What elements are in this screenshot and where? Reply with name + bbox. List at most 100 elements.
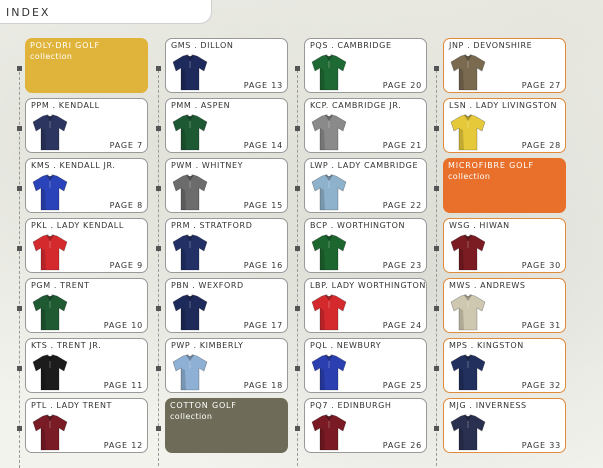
polo-shirt-icon xyxy=(32,234,68,271)
page-number: PAGE 15 xyxy=(243,201,283,210)
product-code: MPS . KINGSTON xyxy=(449,341,524,350)
product-card[interactable]: MPS . KINGSTON PAGE 32 xyxy=(443,338,566,393)
page-number: PAGE 28 xyxy=(521,141,561,150)
polo-shirt-icon xyxy=(311,354,347,391)
product-code: KTS . TRENT JR. xyxy=(31,341,102,350)
connector-tick xyxy=(156,246,161,251)
page-number: PAGE 32 xyxy=(521,381,561,390)
product-card[interactable]: PKL . LADY KENDALL PAGE 9 xyxy=(25,218,148,273)
page-number: PAGE 7 xyxy=(109,141,143,150)
polo-shirt-icon xyxy=(311,414,347,451)
polo-shirt-icon xyxy=(32,294,68,331)
category-title: COTTON GOLF xyxy=(170,401,237,410)
product-code: LBP. LADY WORTHINGTON xyxy=(310,281,426,290)
connector-tick xyxy=(434,306,439,311)
product-code: PPM . KENDALL xyxy=(31,101,100,110)
product-card[interactable]: KCP. CAMBRIDGE JR. PAGE 21 xyxy=(304,98,427,153)
product-card[interactable]: GMS . DILLON PAGE 13 xyxy=(165,38,288,93)
product-card[interactable]: LBP. LADY WORTHINGTON PAGE 24 xyxy=(304,278,427,333)
connector-tick xyxy=(17,306,22,311)
polo-shirt-icon xyxy=(311,294,347,331)
product-card[interactable]: KMS . KENDALL JR. PAGE 8 xyxy=(25,158,148,213)
page-number: PAGE 10 xyxy=(103,321,143,330)
product-code: PGM . TRENT xyxy=(31,281,90,290)
page-number: PAGE 23 xyxy=(382,261,422,270)
page-number: PAGE 8 xyxy=(109,201,143,210)
product-card[interactable]: WSG . HIWAN PAGE 30 xyxy=(443,218,566,273)
polo-shirt-icon xyxy=(311,174,347,211)
connector-tick xyxy=(156,186,161,191)
product-card[interactable]: PQ7 . EDINBURGH PAGE 26 xyxy=(304,398,427,453)
connector-tick xyxy=(295,126,300,131)
connector-tick xyxy=(156,126,161,131)
product-code: LWP . LADY CAMBRIDGE xyxy=(310,161,419,170)
product-card[interactable]: PRM . STRATFORD PAGE 16 xyxy=(165,218,288,273)
product-code: LSN . LADY LIVINGSTON xyxy=(449,101,558,110)
page-number: PAGE 30 xyxy=(521,261,561,270)
polo-shirt-icon xyxy=(311,114,347,151)
connector-tick xyxy=(17,126,22,131)
poly-dri-golf-collection-banner[interactable]: POLY-DRI GOLF collection xyxy=(25,38,148,93)
product-card[interactable]: MJG . INVERNESS PAGE 33 xyxy=(443,398,566,453)
product-card[interactable]: PGM . TRENT PAGE 10 xyxy=(25,278,148,333)
product-code: PWP . KIMBERLY xyxy=(171,341,244,350)
microfibre-golf-collection-banner[interactable]: MICROFIBRE GOLF collection xyxy=(443,158,566,213)
product-card[interactable]: KTS . TRENT JR. PAGE 11 xyxy=(25,338,148,393)
product-card[interactable]: PWM . WHITNEY PAGE 15 xyxy=(165,158,288,213)
product-code: BCP . WORTHINGTON xyxy=(310,221,406,230)
product-card[interactable]: LWP . LADY CAMBRIDGE PAGE 22 xyxy=(304,158,427,213)
product-card[interactable]: PPM . KENDALL PAGE 7 xyxy=(25,98,148,153)
category-title: POLY-DRI GOLF xyxy=(30,41,100,50)
polo-shirt-icon xyxy=(450,354,486,391)
product-card[interactable]: JNP . DEVONSHIRE PAGE 27 xyxy=(443,38,566,93)
product-code: WSG . HIWAN xyxy=(449,221,510,230)
polo-shirt-icon xyxy=(32,174,68,211)
connector-tick xyxy=(17,186,22,191)
connector-tick xyxy=(295,246,300,251)
connector-tick xyxy=(295,426,300,431)
connector-tick xyxy=(156,426,161,431)
category-title: MICROFIBRE GOLF xyxy=(448,161,534,170)
product-code: PQ7 . EDINBURGH xyxy=(310,401,392,410)
index-header: INDEX xyxy=(0,0,212,24)
index-title: INDEX xyxy=(6,6,51,19)
product-code: PQL . NEWBURY xyxy=(310,341,382,350)
product-code: MJG . INVERNESS xyxy=(449,401,527,410)
page-number: PAGE 12 xyxy=(103,441,143,450)
product-card[interactable]: PBN . WEXFORD PAGE 17 xyxy=(165,278,288,333)
product-card[interactable]: PTL . LADY TRENT PAGE 12 xyxy=(25,398,148,453)
product-code: PBN . WEXFORD xyxy=(171,281,244,290)
product-code: GMS . DILLON xyxy=(171,41,234,50)
product-card[interactable]: BCP . WORTHINGTON PAGE 23 xyxy=(304,218,427,273)
product-card[interactable]: PQS . CAMBRIDGE PAGE 20 xyxy=(304,38,427,93)
polo-shirt-icon xyxy=(172,114,208,151)
connector-tick xyxy=(295,306,300,311)
product-card[interactable]: LSN . LADY LIVINGSTON PAGE 28 xyxy=(443,98,566,153)
page-number: PAGE 17 xyxy=(243,321,283,330)
polo-shirt-icon xyxy=(32,414,68,451)
product-code: KMS . KENDALL JR. xyxy=(31,161,116,170)
connector-tick xyxy=(17,246,22,251)
product-card[interactable]: PMM . ASPEN PAGE 14 xyxy=(165,98,288,153)
page-number: PAGE 11 xyxy=(103,381,143,390)
page-number: PAGE 26 xyxy=(382,441,422,450)
connector-tick xyxy=(434,366,439,371)
page-number: PAGE 16 xyxy=(243,261,283,270)
polo-shirt-icon xyxy=(32,114,68,151)
connector-tick xyxy=(156,366,161,371)
polo-shirt-icon xyxy=(450,414,486,451)
product-card[interactable]: PWP . KIMBERLY PAGE 18 xyxy=(165,338,288,393)
product-card[interactable]: PQL . NEWBURY PAGE 25 xyxy=(304,338,427,393)
product-card[interactable]: MWS . ANDREWS PAGE 31 xyxy=(443,278,566,333)
connector-tick xyxy=(434,426,439,431)
page-number: PAGE 33 xyxy=(521,441,561,450)
category-subtitle: collection xyxy=(170,412,213,421)
cotton-golf-collection-banner[interactable]: COTTON GOLF collection xyxy=(165,398,288,453)
connector-tick xyxy=(434,246,439,251)
polo-shirt-icon xyxy=(172,234,208,271)
polo-shirt-icon xyxy=(172,54,208,91)
product-code: PMM . ASPEN xyxy=(171,101,231,110)
page-number: PAGE 25 xyxy=(382,381,422,390)
connector-tick xyxy=(434,186,439,191)
category-subtitle: collection xyxy=(448,172,491,181)
